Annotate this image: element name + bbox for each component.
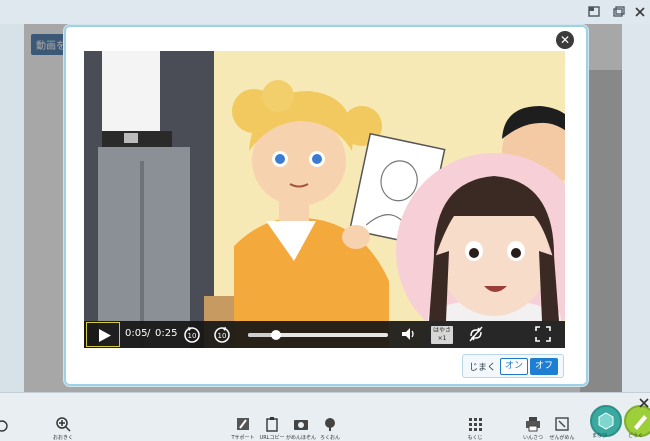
modal-close-button[interactable]: ✕ (556, 31, 574, 49)
total-duration: 0:25 (155, 328, 178, 339)
toolbar-url-copy[interactable]: URLコピー (256, 416, 288, 441)
play-button[interactable] (86, 322, 120, 347)
toolbar-back[interactable] (0, 418, 18, 434)
page-margin-left (0, 24, 24, 392)
toolbar-t-support[interactable]: Tサポート (227, 416, 259, 441)
loop-off-icon[interactable] (466, 324, 486, 344)
forward-10-icon[interactable]: 10 (212, 324, 232, 344)
svg-text:10: 10 (218, 332, 227, 340)
person-edit-icon (237, 418, 249, 430)
subtitle-label: じまく (469, 363, 497, 373)
toolbar-contents[interactable]: もくじ (459, 416, 491, 441)
restore-window-icon[interactable] (587, 5, 601, 19)
pencil-icon (634, 415, 647, 430)
current-time: 0:05 (125, 328, 148, 339)
subtitle-on-button[interactable]: オン (500, 358, 528, 375)
grid-icon (469, 418, 482, 431)
maximize-window-icon[interactable] (612, 5, 626, 19)
close-toolbar-icon[interactable] (638, 394, 650, 408)
refresh-icon (0, 420, 8, 432)
video-player[interactable] (84, 51, 565, 348)
svg-text:10: 10 (188, 332, 197, 340)
toolbar-screenshot[interactable]: がめんほぞん (285, 416, 317, 441)
tools-label: どうぐ (628, 433, 644, 439)
volume-icon[interactable] (398, 324, 418, 344)
zoom-in-icon (56, 417, 71, 432)
camera-icon (294, 420, 308, 430)
seek-bar[interactable] (248, 330, 388, 340)
toolbar-print[interactable]: いんさつ (517, 416, 549, 441)
expand-icon (555, 417, 569, 431)
title-bar (0, 0, 650, 24)
playback-speed-button[interactable]: はやさ ×1 (431, 326, 453, 344)
toolbar-zoom[interactable]: おおきく (47, 416, 79, 441)
cube-icon (598, 412, 614, 430)
fullscreen-icon[interactable] (533, 324, 553, 344)
toolbar-fullscreen[interactable]: ぜんがめん (546, 416, 578, 441)
rewind-10-icon[interactable]: 10 (182, 324, 202, 344)
speed-value: ×1 (437, 335, 447, 342)
speed-label: はやさ (432, 327, 451, 334)
page-margin-right (622, 24, 650, 392)
subtitle-toggle: じまく オン オフ (462, 354, 564, 378)
play-icon (99, 329, 111, 342)
printer-icon (526, 417, 540, 432)
microphone-icon (325, 418, 335, 431)
close-window-icon[interactable] (633, 5, 647, 19)
manabi-label: まなび (592, 433, 608, 439)
seek-bar-handle[interactable] (271, 330, 281, 340)
toolbar-record[interactable]: ろくおん (314, 416, 346, 441)
subtitle-off-button[interactable]: オフ (530, 358, 558, 375)
time-separator: / (147, 328, 151, 339)
clipboard-icon (266, 417, 278, 432)
